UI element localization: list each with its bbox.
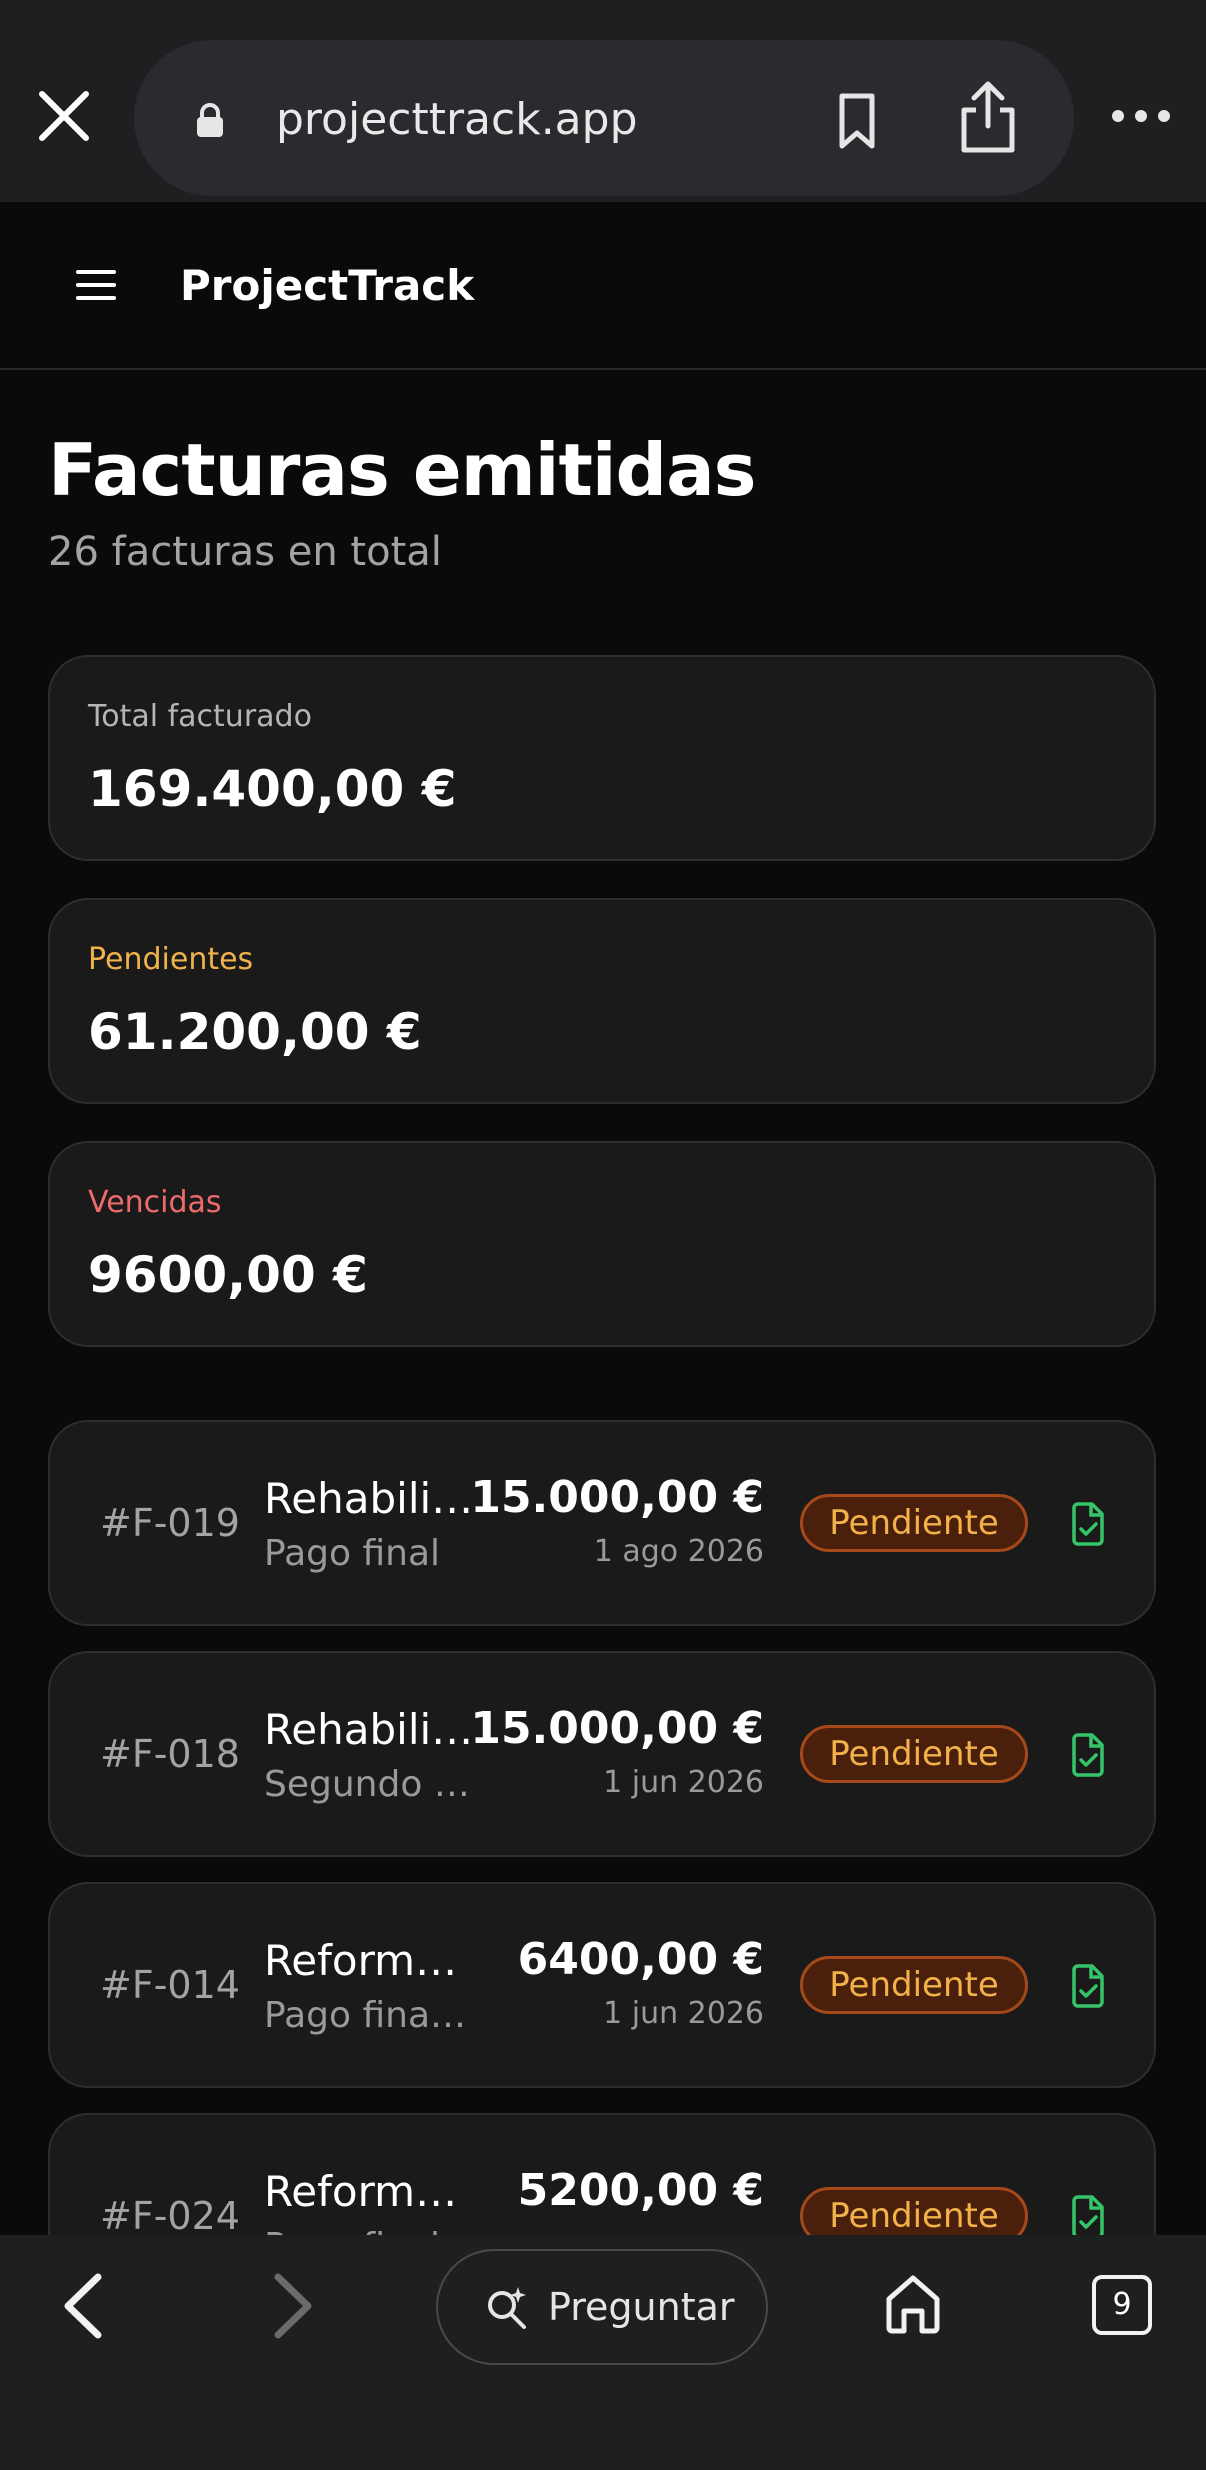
brand-name[interactable]: ProjectTrack [180, 258, 474, 314]
invoice-project: Rehabilitación [264, 1474, 474, 1523]
invoice-date: 1 jun 2026 [603, 1765, 764, 1800]
stat-label: Vencidas [88, 1185, 222, 1220]
stat-label: Total facturado [88, 699, 312, 734]
url-text: projecttrack.app [276, 94, 638, 145]
page-subtitle: 26 facturas en total [48, 529, 442, 575]
stat-value: 61.200,00 € [88, 1003, 422, 1061]
invoice-description: Pago final [264, 2223, 474, 2235]
home-icon[interactable] [884, 2273, 942, 2335]
address-bar[interactable]: projecttrack.app [134, 40, 1074, 196]
stat-card-pending: Pendientes 61.200,00 € [48, 898, 1156, 1104]
ask-button[interactable]: Preguntar [436, 2249, 768, 2365]
ask-label: Preguntar [548, 2285, 735, 2329]
lock-icon [192, 102, 228, 138]
browser-bottom-bar: Preguntar 9 [0, 2235, 1206, 2470]
invoice-description: Pago final [264, 1533, 441, 1574]
invoice-amount: 5200,00 € [517, 2165, 764, 2216]
invoice-id: #F-024 [100, 2194, 240, 2235]
page-title: Facturas emitidas [48, 428, 757, 512]
invoice-project: Reforma local [264, 1936, 474, 1985]
invoice-id: #F-014 [100, 1963, 240, 2007]
status-badge: Pendiente [800, 2187, 1028, 2235]
tabs-count-button[interactable]: 9 [1092, 2275, 1152, 2335]
invoice-id: #F-018 [100, 1732, 240, 1776]
document-check-icon[interactable] [1070, 1502, 1106, 1546]
hamburger-menu-icon[interactable] [76, 268, 116, 302]
browser-toolbar: projecttrack.app [0, 0, 1206, 202]
bookmark-icon[interactable] [834, 92, 880, 150]
more-options-icon[interactable] [1110, 104, 1172, 128]
invoice-date: 1 ago 2026 [593, 1534, 764, 1569]
status-badge: Pendiente [800, 1725, 1028, 1783]
forward-arrow-icon[interactable] [268, 2271, 318, 2341]
document-check-icon[interactable] [1070, 1964, 1106, 2008]
document-check-icon[interactable] [1070, 2195, 1106, 2235]
invoice-id: #F-019 [100, 1501, 240, 1545]
status-badge: Pendiente [800, 1956, 1028, 2014]
invoice-row[interactable]: #F-019 Rehabilitación Pago final 15.000,… [48, 1420, 1156, 1626]
stat-card-total: Total facturado 169.400,00 € [48, 655, 1156, 861]
invoice-list: #F-019 Rehabilitación Pago final 15.000,… [0, 1420, 1206, 2235]
invoice-amount: 15.000,00 € [470, 1703, 764, 1754]
share-icon[interactable] [956, 80, 1020, 156]
invoice-row[interactable]: #F-018 Rehabilitación Segundo pago 15.00… [48, 1651, 1156, 1857]
status-badge: Pendiente [800, 1494, 1028, 1552]
invoice-project: Rehabilitación [264, 1705, 474, 1754]
invoice-project: Reforma total [264, 2167, 474, 2216]
stat-value: 169.400,00 € [88, 760, 457, 818]
invoice-description: Pago final local [264, 1995, 474, 2036]
invoice-row[interactable]: #F-024 Reforma total Pago final 5200,00 … [48, 2113, 1156, 2235]
invoice-description: Segundo pago [264, 1764, 474, 1805]
close-icon[interactable] [36, 88, 92, 144]
document-check-icon[interactable] [1070, 1733, 1106, 1777]
invoice-row[interactable]: #F-014 Reforma local Pago final local 64… [48, 1882, 1156, 2088]
sparkle-search-icon [484, 2285, 530, 2331]
stat-value: 9600,00 € [88, 1246, 368, 1304]
invoice-amount: 6400,00 € [517, 1934, 764, 1985]
back-arrow-icon[interactable] [58, 2271, 108, 2341]
stat-card-overdue: Vencidas 9600,00 € [48, 1141, 1156, 1347]
app-header: ProjectTrack [0, 202, 1206, 370]
stat-label: Pendientes [88, 942, 254, 977]
invoice-amount: 15.000,00 € [470, 1472, 764, 1523]
invoice-date: 1 jun 2026 [603, 1996, 764, 2031]
